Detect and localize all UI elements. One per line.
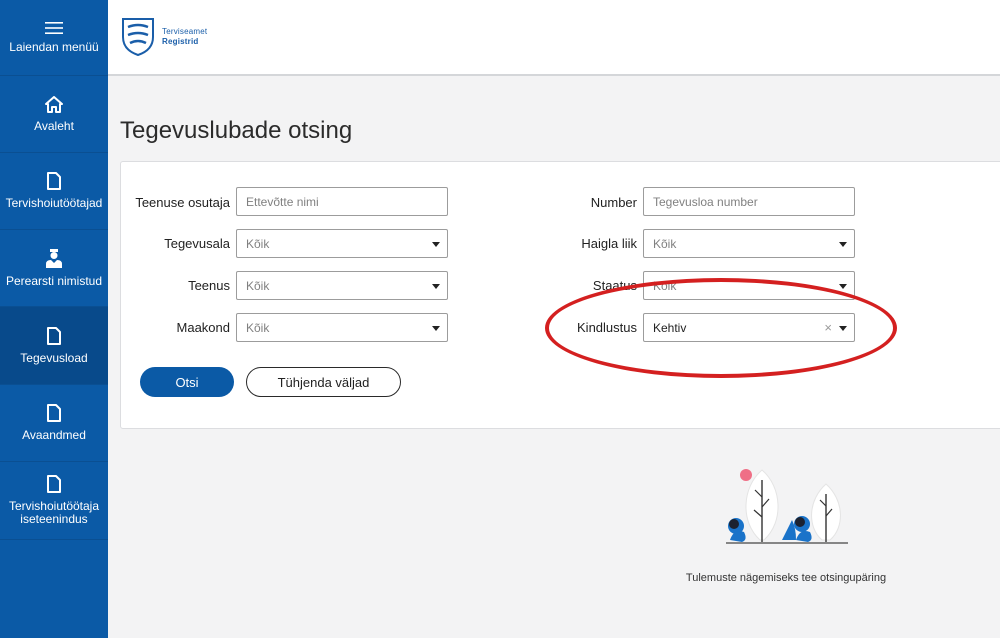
logo-line-2: Registrid xyxy=(162,37,199,46)
service-label: Teenus xyxy=(188,278,230,293)
status-select[interactable]: Kõik xyxy=(643,271,855,300)
hospital-type-select[interactable]: Kõik xyxy=(643,229,855,258)
sidebar-item-open-data[interactable]: Avaandmed xyxy=(0,385,108,462)
empty-state-illustration xyxy=(726,469,848,544)
provider-input[interactable]: Ettevõtte nimi xyxy=(236,187,448,216)
sidebar-item-activity-licenses[interactable]: Tegevusload xyxy=(0,307,108,385)
field-of-activity-label: Tegevusala xyxy=(164,236,230,251)
sidebar-item-label: Tervishoiutöötaja iseteenindus xyxy=(8,499,100,526)
logo-line-1: Terviseamet xyxy=(162,27,208,36)
caret-down-icon xyxy=(839,326,847,331)
empty-results-message: Tulemuste nägemiseks tee otsingupäring xyxy=(685,572,887,584)
caret-down-icon xyxy=(839,284,847,289)
caret-down-icon xyxy=(839,242,847,247)
doctor-icon xyxy=(46,248,62,268)
clear-fields-button[interactable]: Tühjenda väljad xyxy=(246,367,401,397)
field-of-activity-select[interactable]: Kõik xyxy=(236,229,448,258)
sidebar-item-family-doctor-lists[interactable]: Perearsti nimistud xyxy=(0,230,108,307)
hamburger-icon xyxy=(45,21,63,34)
document-icon xyxy=(47,475,61,493)
status-label: Staatus xyxy=(592,278,637,293)
number-label: Number xyxy=(590,195,637,210)
top-header: Terviseamet Registrid xyxy=(108,0,1000,76)
caret-down-icon xyxy=(432,242,440,247)
sidebar-item-label: Tervishoiutöötajad xyxy=(5,196,103,210)
sidebar-item-label: Perearsti nimistud xyxy=(5,273,103,288)
sidebar-item-label: Avaleht xyxy=(34,118,74,133)
sidebar-item-self-service[interactable]: Tervishoiutöötaja iseteenindus xyxy=(0,462,108,540)
sidebar-item-label: Avaandmed xyxy=(22,428,86,442)
search-button[interactable]: Otsi xyxy=(140,367,234,397)
validity-select[interactable]: Kehtiv × xyxy=(643,313,855,342)
sidebar-item-label: Tegevusload xyxy=(20,350,88,365)
sidebar-item-expand-menu[interactable]: Laiendan menüü xyxy=(0,0,108,76)
page-title: Tegevuslubade otsing xyxy=(120,117,353,144)
validity-label: Kindlustus xyxy=(577,320,637,335)
caret-down-icon xyxy=(432,284,440,289)
provider-label: Teenuse osutaja xyxy=(135,195,230,210)
document-icon xyxy=(47,326,61,345)
number-input[interactable]: Tegevusloa number xyxy=(643,187,855,216)
document-icon xyxy=(47,404,61,422)
caret-down-icon xyxy=(432,326,440,331)
sidebar-item-label: Laiendan menüü xyxy=(9,39,99,54)
terviseamet-logo[interactable]: Terviseamet Registrid xyxy=(120,17,207,57)
service-select[interactable]: Kõik xyxy=(236,271,448,300)
county-select[interactable]: Kõik xyxy=(236,313,448,342)
hospital-type-label: Haigla liik xyxy=(581,236,637,251)
sidebar-item-health-workers[interactable]: Tervishoiutöötajad xyxy=(0,153,108,230)
sidebar: Laiendan menüü Avaleht Tervishoiutöötaja… xyxy=(0,0,108,638)
sidebar-item-home[interactable]: Avaleht xyxy=(0,76,108,153)
home-icon xyxy=(45,95,63,113)
coat-of-arms-icon xyxy=(122,18,154,57)
clear-selection-icon[interactable]: × xyxy=(824,320,832,335)
county-label: Maakond xyxy=(176,320,230,335)
document-icon xyxy=(47,172,61,190)
